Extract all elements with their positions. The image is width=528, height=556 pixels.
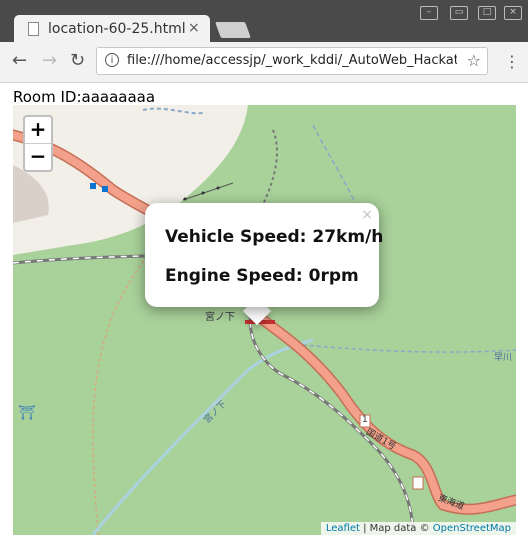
maximize-icon[interactable]: □ <box>478 6 496 20</box>
info-icon[interactable]: i <box>105 53 119 67</box>
tab-close-icon[interactable]: × <box>188 20 200 36</box>
browser-titlebar: location-60-25.html × – ▭ □ × <box>0 0 528 43</box>
vehicle-popup: × Vehicle Speed: 27km/h Engine Speed: 0r… <box>145 203 383 307</box>
attribution-text: | Map data © <box>359 523 433 534</box>
new-tab-button[interactable] <box>215 22 251 38</box>
zoom-in-button[interactable]: + <box>25 117 51 143</box>
bookmark-star-icon[interactable]: ☆ <box>467 51 481 70</box>
url-text[interactable]: file:///home/accessjp/_work_kddi/_AutoWe… <box>127 53 457 68</box>
svg-text:⛩: ⛩ <box>18 405 36 421</box>
map[interactable]: ⛩ 宮ノ下 1 国道1号 東海道 早川 宮ノ下 + − × Vehicle Sp… <box>13 105 516 535</box>
map-attribution: Leaflet | Map data © OpenStreetMap <box>320 522 516 535</box>
back-icon[interactable]: ← <box>12 50 27 71</box>
tab-title: location-60-25.html <box>48 21 186 37</box>
vehicle-speed-text: Vehicle Speed: 27km/h <box>165 227 384 247</box>
zoom-out-button[interactable]: − <box>25 143 51 170</box>
zoom-control: + − <box>23 115 53 172</box>
map-label-route-shield-1: 1 <box>362 415 368 425</box>
close-window-icon[interactable]: × <box>504 6 522 20</box>
reload-icon[interactable]: ↻ <box>70 50 85 71</box>
map-label-place: 宮ノ下 <box>205 312 235 323</box>
engine-speed-text: Engine Speed: 0rpm <box>165 266 359 286</box>
popup-close-button[interactable]: × <box>361 207 373 223</box>
leaflet-link[interactable]: Leaflet <box>326 523 360 534</box>
map-label-river: 早川 <box>494 353 513 363</box>
browser-toolbar: ← → ↻ i file:///home/accessjp/_work_kddi… <box>0 42 528 83</box>
document-icon <box>28 22 39 36</box>
minimize-icon[interactable]: – <box>420 6 438 20</box>
browser-tab[interactable]: location-60-25.html × <box>14 15 210 43</box>
room-id-label: Room ID:aaaaaaaa <box>13 88 156 106</box>
restore-icon[interactable]: ▭ <box>450 6 468 20</box>
osm-link[interactable]: OpenStreetMap <box>433 523 511 534</box>
address-bar[interactable]: i file:///home/accessjp/_work_kddi/_Auto… <box>96 47 488 75</box>
map-tiles: ⛩ <box>13 105 516 535</box>
menu-icon[interactable]: ⋮ <box>504 52 520 71</box>
forward-icon[interactable]: → <box>42 50 57 71</box>
